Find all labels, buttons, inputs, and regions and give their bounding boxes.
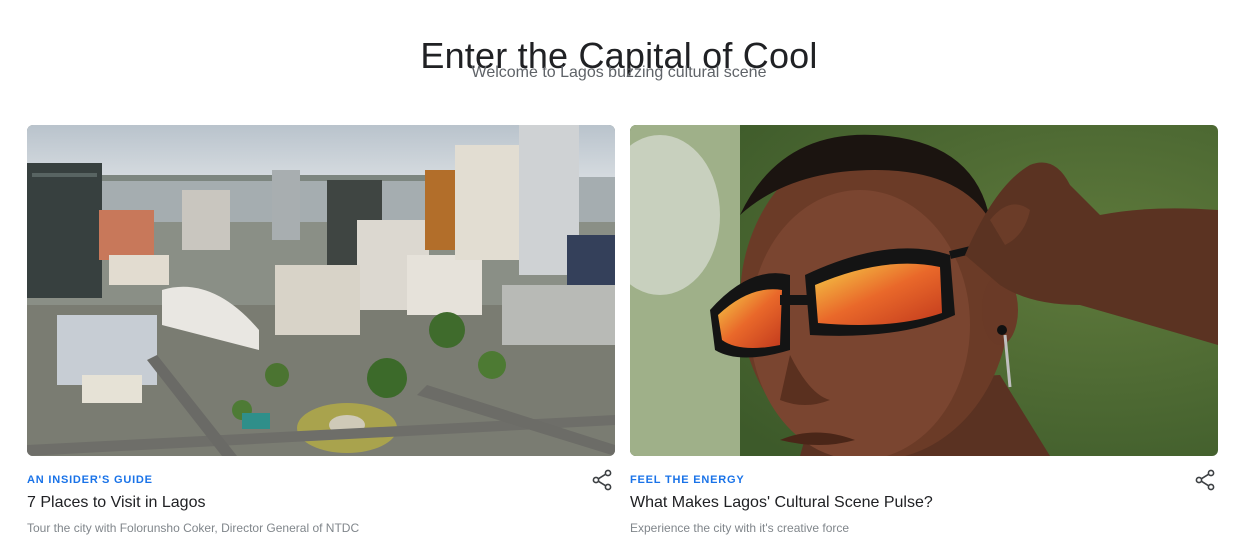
lagos-aerial-city-image[interactable] (27, 125, 615, 456)
share-icon[interactable] (1194, 469, 1216, 491)
card-title[interactable]: 7 Places to Visit in Lagos (27, 492, 205, 514)
card-cultural-scene[interactable]: FEEL THE ENERGY What Makes Lagos' Cultur… (630, 125, 1218, 555)
card-title[interactable]: What Makes Lagos' Cultural Scene Pulse? (630, 492, 933, 514)
man-with-sunglasses-image[interactable] (630, 125, 1218, 456)
card-eyebrow: FEEL THE ENERGY (630, 474, 745, 486)
card-description: Experience the city with it's creative f… (630, 521, 850, 535)
card-description: Tour the city with Folorunsho Coker, Dir… (27, 521, 360, 535)
share-icon[interactable] (591, 469, 613, 491)
page-subtitle: Welcome to Lagos buzzing cultural scene (471, 64, 767, 81)
card-places-to-visit[interactable]: AN INSIDER'S GUIDE 7 Places to Visit in … (27, 125, 615, 555)
card-eyebrow: AN INSIDER'S GUIDE (27, 474, 153, 486)
